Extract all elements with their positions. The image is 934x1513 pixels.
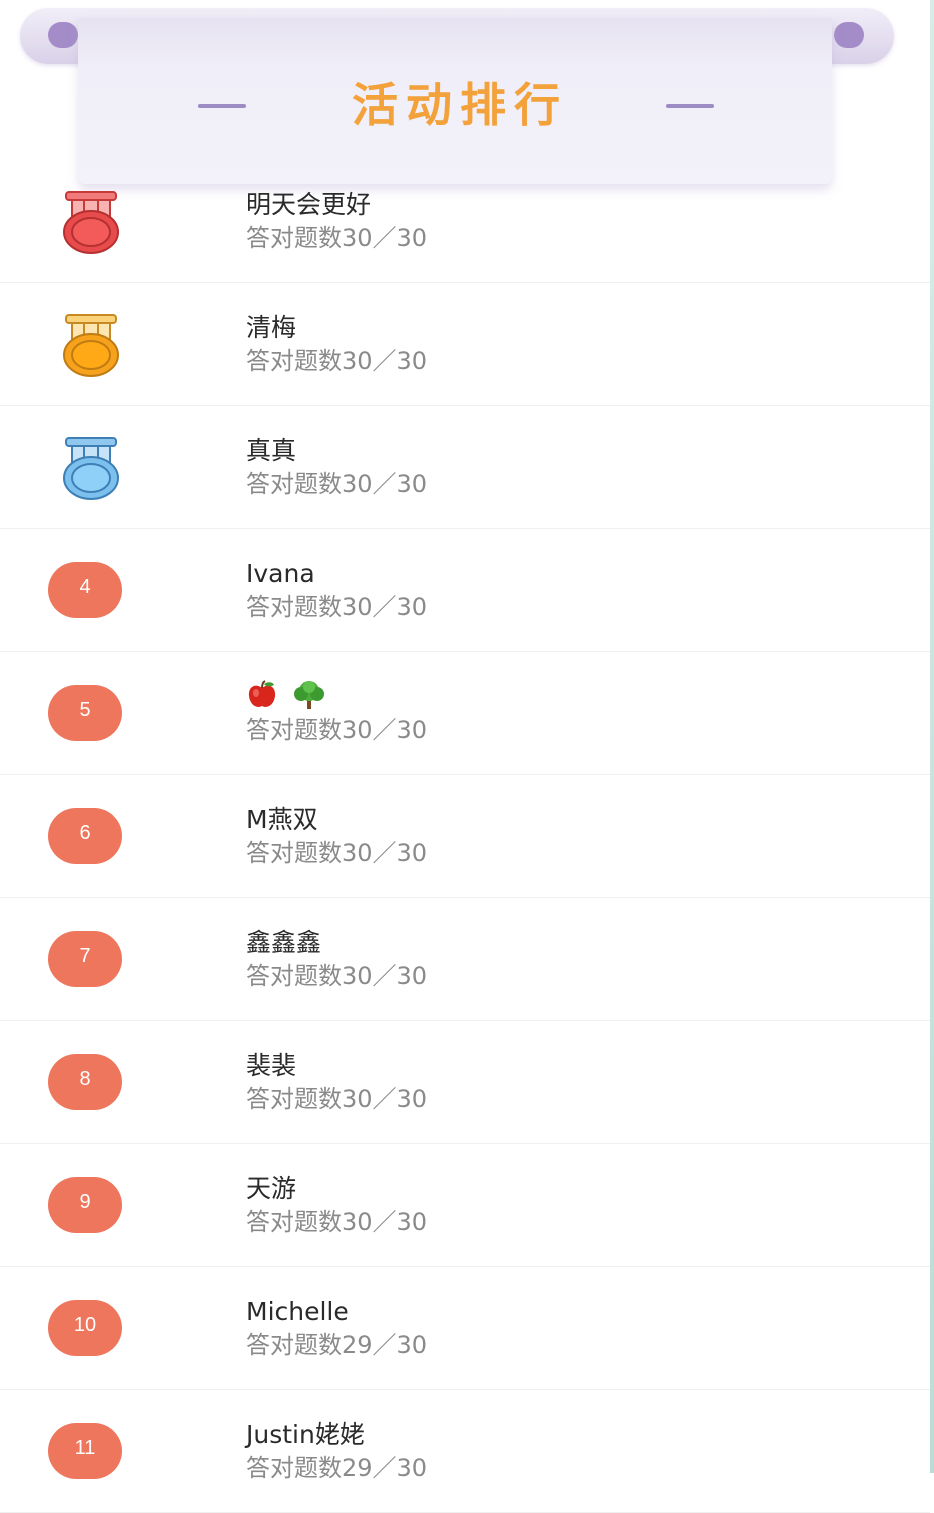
banner-scroll-cap-left: [48, 22, 78, 48]
participant-score: 答对题数30／30: [246, 347, 428, 375]
rank-number: 5: [48, 685, 122, 741]
rank-badge: 4: [48, 562, 122, 618]
entry-info: Michelle 答对题数29／30: [246, 1295, 427, 1361]
page-title: 活动排行: [352, 78, 568, 132]
rank-number: 7: [48, 931, 122, 987]
entry-info: 清梅 答对题数30／30: [246, 311, 427, 377]
list-item[interactable]: 10 Michelle 答对题数29／30: [0, 1267, 930, 1390]
participant-score: 答对题数30／30: [246, 1208, 428, 1236]
participant-name: Michelle: [246, 1297, 349, 1326]
leaderboard-list: 明天会更好 答对题数30／30 清梅 答对题数30／30 真真 答对题数30／3…: [0, 160, 930, 1513]
rank-badge: 8: [48, 1054, 122, 1110]
banner-scroll-cap-right: [834, 22, 864, 48]
banner-dash-left: [198, 104, 246, 108]
list-item[interactable]: 明天会更好 答对题数30／30: [0, 160, 930, 283]
list-item[interactable]: 4 Ivana 答对题数30／30: [0, 529, 930, 652]
entry-info: 裴裴 答对题数30／30: [246, 1049, 427, 1115]
participant-score: 答对题数30／30: [246, 470, 428, 498]
participant-score: 答对题数30／30: [246, 839, 428, 867]
list-item[interactable]: 8 裴裴 答对题数30／30: [0, 1021, 930, 1144]
participant-name: Justin姥姥: [246, 1420, 365, 1449]
list-item[interactable]: 9 天游 答对题数30／30: [0, 1144, 930, 1267]
rank-number: 4: [48, 562, 122, 618]
blue-medal-icon: [60, 436, 122, 502]
participant-score: 答对题数29／30: [246, 1331, 428, 1359]
list-item[interactable]: 真真 答对题数30／30: [0, 406, 930, 529]
rank-badge: 5: [48, 685, 122, 741]
rank-number: 11: [48, 1423, 122, 1479]
rank-badge: 7: [48, 931, 122, 987]
entry-info: 天游 答对题数30／30: [246, 1172, 427, 1238]
entry-info: 明天会更好 答对题数30／30: [246, 188, 427, 254]
list-item[interactable]: 7 鑫鑫鑫 答对题数30／30: [0, 898, 930, 1021]
right-edge-stripe: [930, 0, 934, 1473]
participant-score: 答对题数30／30: [246, 716, 428, 744]
rank-number: 9: [48, 1177, 122, 1233]
red-medal-icon: [60, 190, 122, 256]
rank-number: 8: [48, 1054, 122, 1110]
participant-score: 答对题数30／30: [246, 593, 428, 621]
entry-info: M燕双 答对题数30／30: [246, 803, 427, 869]
list-item[interactable]: 清梅 答对题数30／30: [0, 283, 930, 406]
participant-name: 清梅: [246, 313, 297, 342]
participant-name: 裴裴: [246, 1051, 297, 1080]
list-item[interactable]: 5 答对题数30／30: [0, 652, 930, 775]
entry-info: 答对题数30／30: [246, 680, 427, 746]
rank-badge: 9: [48, 1177, 122, 1233]
participant-name: 天游: [246, 1174, 297, 1203]
rank-number: 6: [48, 808, 122, 864]
participant-score: 答对题数30／30: [246, 1085, 428, 1113]
participant-name: Ivana: [246, 559, 315, 588]
participant-name: 鑫鑫鑫: [246, 928, 322, 957]
banner-dash-right: [666, 104, 714, 108]
participant-score: 答对题数30／30: [246, 224, 428, 252]
participant-name: [246, 680, 427, 714]
entry-info: 鑫鑫鑫 答对题数30／30: [246, 926, 427, 992]
participant-name: M燕双: [246, 805, 318, 834]
participant-name: 真真: [246, 436, 297, 465]
gold-medal-icon: [60, 313, 122, 379]
rank-badge: 11: [48, 1423, 122, 1479]
participant-score: 答对题数30／30: [246, 962, 428, 990]
participant-score: 答对题数29／30: [246, 1454, 428, 1482]
entry-info: Ivana 答对题数30／30: [246, 557, 427, 623]
rank-badge: 6: [48, 808, 122, 864]
participant-name: 明天会更好: [246, 190, 372, 219]
rank-number: 10: [48, 1300, 122, 1356]
list-item[interactable]: 6 M燕双 答对题数30／30: [0, 775, 930, 898]
entry-info: Justin姥姥 答对题数29／30: [246, 1418, 427, 1484]
rank-badge: 10: [48, 1300, 122, 1356]
list-item[interactable]: 11 Justin姥姥 答对题数29／30: [0, 1390, 930, 1513]
entry-info: 真真 答对题数30／30: [246, 434, 427, 500]
